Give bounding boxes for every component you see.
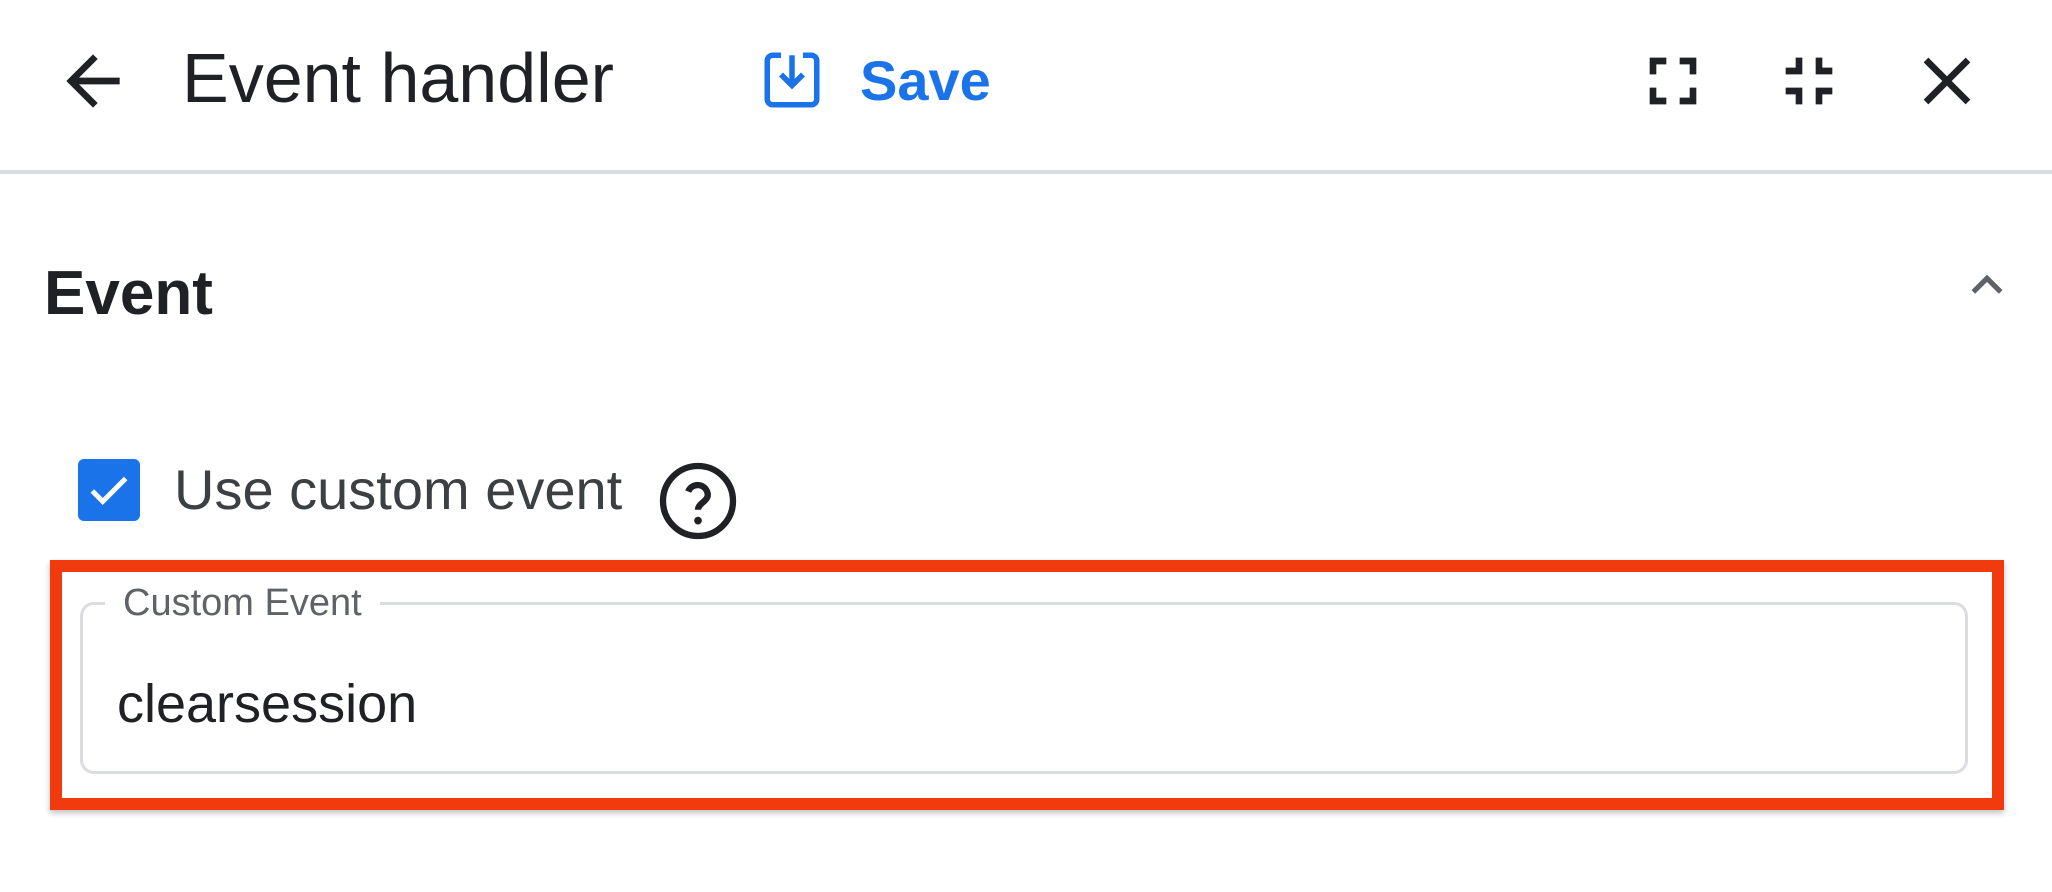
help-button[interactable]	[656, 459, 740, 543]
back-button[interactable]	[48, 36, 138, 126]
close-button[interactable]	[1902, 36, 1992, 126]
use-custom-event-row: Use custom event	[78, 440, 740, 540]
custom-event-field: Custom Event	[80, 577, 1968, 774]
fullscreen-icon	[1649, 57, 1697, 105]
event-section-header: Event	[0, 240, 2052, 340]
page-title: Event handler	[182, 39, 614, 117]
custom-event-field-label: Custom Event	[105, 577, 380, 629]
checkmark-icon	[90, 476, 128, 505]
custom-event-input[interactable]	[117, 669, 1917, 739]
exit-fullscreen-button[interactable]	[1764, 36, 1854, 126]
chevron-up-icon	[1971, 274, 2003, 294]
save-button[interactable]: Save	[756, 40, 991, 120]
arrow-back-icon	[66, 54, 120, 108]
save-label: Save	[860, 48, 991, 112]
panel-header: Event handler Save	[0, 0, 2052, 174]
use-custom-event-checkbox[interactable]	[78, 459, 140, 521]
fullscreen-button[interactable]	[1628, 36, 1718, 126]
event-handler-panel: Event handler Save Event Use custom even…	[0, 0, 2052, 892]
save-download-icon	[756, 44, 828, 116]
fullscreen-exit-icon	[1785, 57, 1833, 105]
close-icon	[1923, 57, 1971, 105]
use-custom-event-label: Use custom event	[174, 458, 623, 521]
help-circle-icon	[660, 462, 737, 540]
collapse-section-button[interactable]	[1952, 250, 2022, 320]
section-title: Event	[44, 259, 213, 328]
